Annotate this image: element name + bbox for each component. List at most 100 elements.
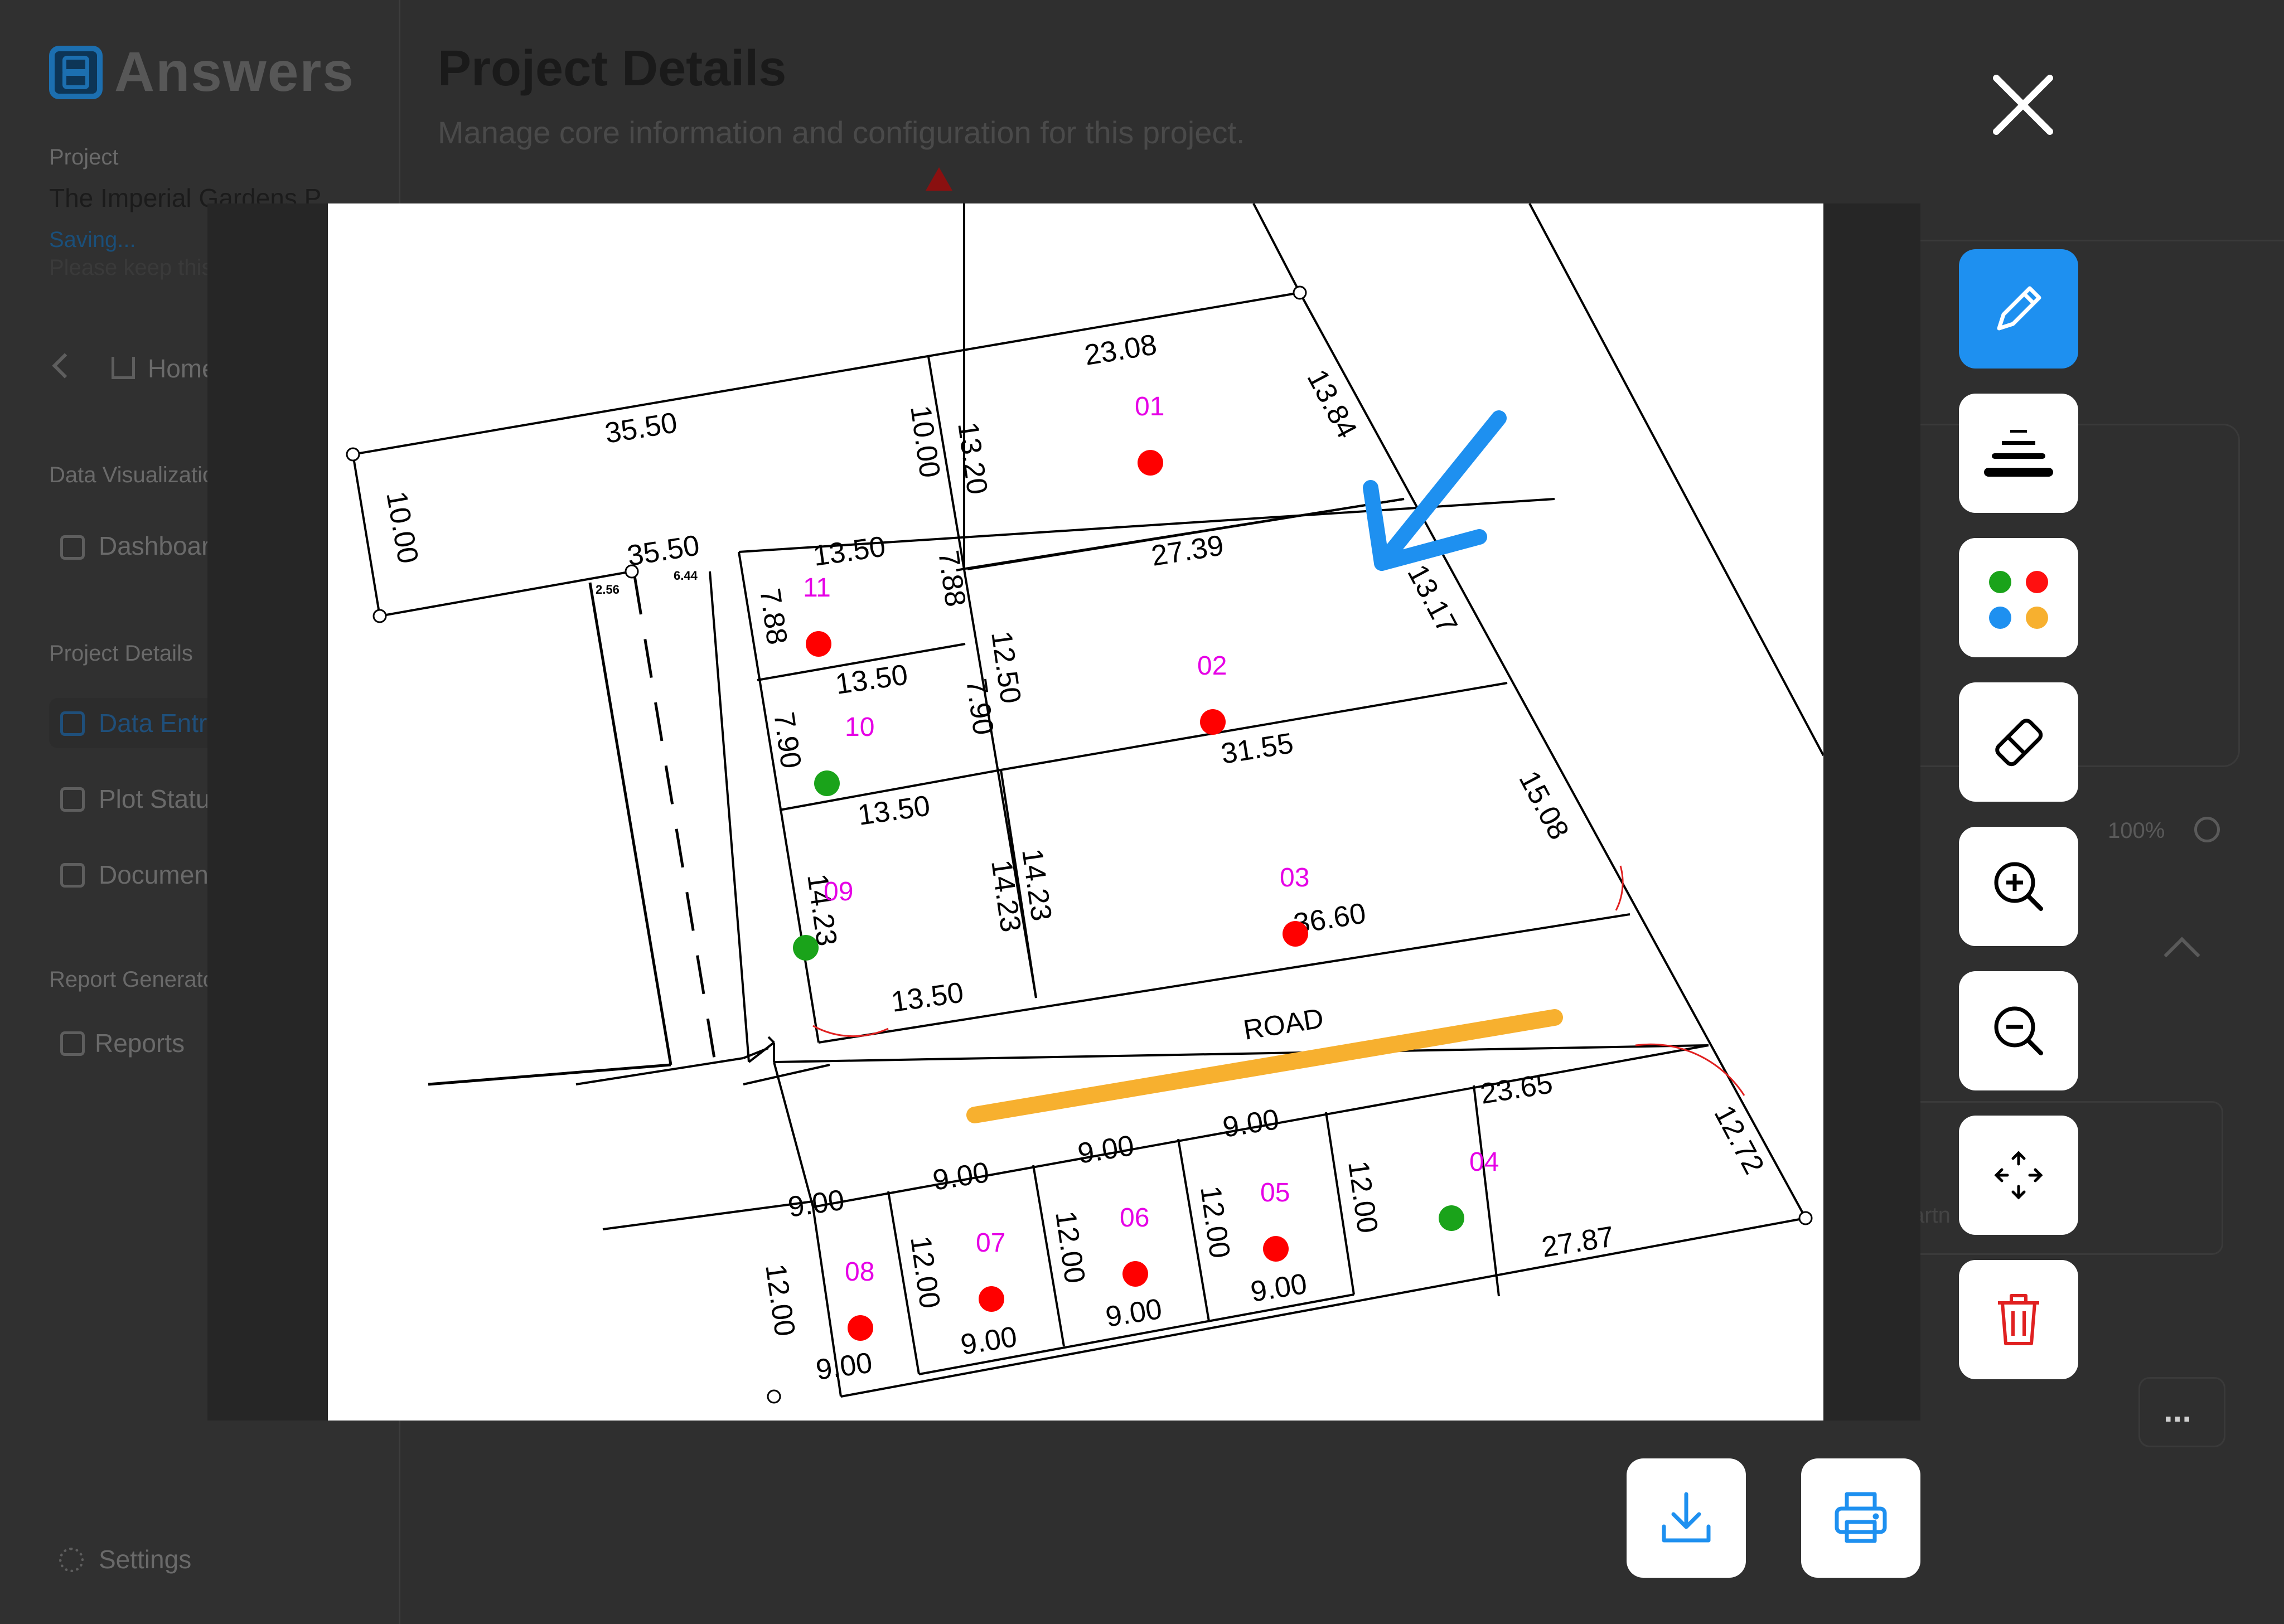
dim-label: 9.00 (1076, 1129, 1136, 1170)
plot-status-dot-04[interactable] (1439, 1205, 1464, 1231)
sidebar-item-data-entry[interactable]: Data Entry (99, 708, 220, 738)
home-icon (112, 357, 135, 379)
plot-status-dot-01[interactable] (1138, 450, 1163, 476)
divider (1920, 240, 2284, 241)
plot-label-09: 09 (824, 877, 853, 906)
dim-label: 27.87 (1540, 1220, 1617, 1264)
sidebar-item-reports[interactable]: Reports (95, 1028, 185, 1058)
plot-status-dot-03[interactable] (1283, 921, 1308, 947)
documents-icon (60, 863, 85, 888)
more-button[interactable]: ... (2164, 1391, 2191, 1429)
zoom-in-icon[interactable] (2194, 817, 2220, 842)
plot-label-04: 04 (1469, 1147, 1499, 1177)
dim-label: 12.00 (1049, 1209, 1091, 1286)
chevron-up-icon[interactable] (2164, 937, 2200, 973)
stroke-width-icon (1984, 430, 2053, 477)
back-chevron-icon[interactable] (52, 353, 78, 379)
dim-label: 9.00 (959, 1321, 1019, 1361)
dashboard-icon (60, 535, 85, 560)
reports-icon (60, 1031, 85, 1056)
stroke-width-button[interactable] (1959, 394, 2078, 513)
dim-label: 7.88 (932, 549, 972, 609)
plot-label-01: 01 (1135, 392, 1164, 421)
plot-label-06: 06 (1120, 1203, 1149, 1233)
dim-label: 10.00 (380, 489, 424, 566)
plot-status-dot-09[interactable] (793, 935, 819, 961)
eraser-icon (1995, 719, 2043, 767)
plot-status-icon (60, 787, 85, 812)
dim-label: 13.84 (1300, 364, 1363, 443)
sidebar-item-home[interactable]: Home (148, 353, 216, 384)
saving-status: Saving... (49, 227, 136, 252)
dim-label: 27.39 (1149, 529, 1226, 573)
dim-label: 13.17 (1401, 559, 1463, 638)
dim-label: 12.00 (904, 1234, 946, 1311)
sidebar-item-plot-status[interactable]: Plot Status (99, 784, 222, 814)
dim-label: 9.00 (1104, 1293, 1164, 1334)
dim-label: 9.00 (1221, 1103, 1281, 1144)
gear-icon (59, 1548, 84, 1572)
dim-label: 23.08 (1082, 328, 1159, 372)
zoom-out-button[interactable] (1959, 971, 2078, 1090)
dim-label: 13.50 (856, 789, 932, 832)
plot-label-08: 08 (845, 1257, 874, 1287)
delete-button[interactable] (1959, 1260, 2078, 1379)
logo-icon (49, 46, 103, 99)
move-icon (1994, 1151, 2043, 1200)
dim-label: 10.00 (904, 404, 946, 480)
plot-label-07: 07 (976, 1228, 1005, 1258)
sidebar-item-dashboard[interactable]: Dashboard (99, 531, 224, 561)
zoom-in-icon (1994, 862, 2043, 911)
eraser-button[interactable] (1959, 682, 2078, 802)
download-button[interactable] (1627, 1458, 1746, 1578)
plot-label-02: 02 (1197, 651, 1227, 681)
dim-label: 9.00 (1249, 1268, 1309, 1308)
dim-label: 13.50 (889, 976, 966, 1019)
plot-status-dot-08[interactable] (848, 1315, 873, 1341)
site-plan-drawing: 23.08 35.50 10.00 10.00 13.20 13.84 35.5… (346, 203, 1823, 1404)
pencil-button[interactable] (1959, 249, 2078, 369)
dim-label: 2.56 (596, 583, 620, 597)
close-icon[interactable] (1990, 71, 2056, 138)
dim-label: 35.50 (625, 529, 702, 573)
road-label: ROAD (1241, 1002, 1325, 1046)
dim-label: 9.00 (814, 1346, 874, 1387)
plot-status-dot-05[interactable] (1263, 1236, 1289, 1262)
dim-label: 7.88 (753, 586, 793, 647)
color-palette-button[interactable] (1959, 538, 2078, 657)
dim-label: 23.65 (1478, 1067, 1555, 1111)
site-plan-canvas[interactable]: 23.08 35.50 10.00 10.00 13.20 13.84 35.5… (328, 203, 1823, 1421)
move-button[interactable] (1959, 1116, 2078, 1235)
dim-label: 12.00 (1194, 1184, 1236, 1261)
plot-status-dot-11[interactable] (806, 631, 831, 657)
dim-label: 12.72 (1707, 1100, 1770, 1179)
dim-label: 31.55 (1219, 727, 1296, 770)
section-label-project-details: Project Details (49, 641, 193, 666)
pencil-icon (1997, 286, 2041, 331)
color-palette-icon (1989, 571, 2048, 629)
zoom-in-button[interactable] (1959, 827, 2078, 946)
page-subtitle: Manage core information and configuratio… (438, 115, 1245, 150)
plot-status-dot-06[interactable] (1122, 1261, 1148, 1287)
dim-label: 13.20 (951, 420, 994, 497)
dim-label: 9.00 (786, 1184, 846, 1224)
logo-text: Answers (114, 41, 355, 103)
section-label-data-visualization: Data Visualization (49, 463, 228, 487)
plot-label-05: 05 (1260, 1178, 1290, 1208)
dim-label: 6.44 (674, 569, 698, 583)
download-icon (1662, 1492, 1711, 1543)
plot-label-10: 10 (845, 712, 874, 742)
dim-label: 35.50 (603, 406, 680, 450)
page-title: Project Details (438, 41, 787, 96)
sidebar-item-settings[interactable]: Settings (99, 1544, 191, 1574)
trash-icon (1998, 1294, 2039, 1345)
plot-status-dot-10[interactable] (814, 770, 840, 796)
print-button[interactable] (1801, 1458, 1920, 1578)
plot-label-03: 03 (1280, 863, 1309, 893)
plot-status-dot-07[interactable] (979, 1286, 1004, 1312)
dim-label: 9.00 (931, 1156, 991, 1197)
edit-icon (60, 711, 85, 736)
print-icon (1835, 1492, 1887, 1543)
plot-status-dot-02[interactable] (1200, 709, 1226, 735)
plot-label-11: 11 (803, 573, 831, 603)
